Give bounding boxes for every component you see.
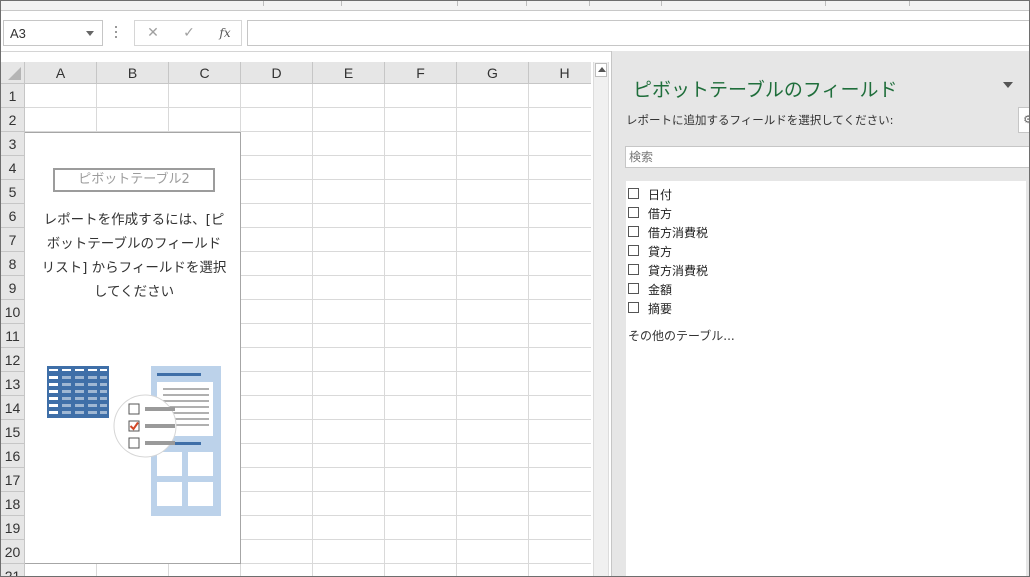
row-header[interactable]: 21 <box>1 564 25 576</box>
formula-bar-grip-icon[interactable] <box>115 26 118 40</box>
pane-subtitle: レポートに追加するフィールドを選択してください: <box>626 113 894 127</box>
column-header[interactable]: D <box>241 62 313 84</box>
row-header[interactable]: 10 <box>1 300 25 324</box>
checkbox[interactable] <box>628 302 639 313</box>
vertical-scrollbar[interactable] <box>593 62 609 576</box>
formula-input[interactable] <box>247 20 1029 46</box>
row-header[interactable]: 16 <box>1 444 25 468</box>
row-header[interactable]: 18 <box>1 492 25 516</box>
name-box[interactable]: A3 <box>3 20 103 46</box>
field-label: 日付 <box>648 188 673 202</box>
column-header[interactable]: C <box>169 62 241 84</box>
ribbon-edge <box>1 1 1029 11</box>
column-header[interactable]: E <box>313 62 385 84</box>
field-label: 金額 <box>648 283 673 297</box>
pivot-instruction-line: ボットテーブルのフィールド <box>46 236 222 252</box>
row-header[interactable]: 6 <box>1 204 25 228</box>
more-tables-link[interactable]: その他のテーブル... <box>628 327 735 344</box>
row-header[interactable]: 15 <box>1 420 25 444</box>
pivot-table-placeholder[interactable]: ピボットテーブル2 レポートを作成するには、[ピ ボットテーブルのフィールド リ… <box>25 132 241 564</box>
column-header[interactable]: G <box>457 62 529 84</box>
checkbox[interactable] <box>628 226 639 237</box>
chevron-down-icon[interactable] <box>1003 82 1013 88</box>
field-label: 貸方 <box>648 245 673 259</box>
column-header[interactable]: B <box>97 62 169 84</box>
name-box-value: A3 <box>10 26 26 41</box>
gear-icon[interactable]: ⚙ <box>1018 107 1029 133</box>
field-label: 摘要 <box>648 302 673 316</box>
field-list: 日付 借方 借方消費税 貸方 貸方消費税 金額 摘要 その他のテーブル... <box>626 181 1026 576</box>
scroll-up-icon[interactable] <box>595 63 607 77</box>
pane-title: ピボットテーブルのフィールド <box>633 80 898 101</box>
row-header[interactable]: 13 <box>1 372 25 396</box>
row-header[interactable]: 17 <box>1 468 25 492</box>
row-header[interactable]: 3 <box>1 132 25 156</box>
row-header[interactable]: 11 <box>1 324 25 348</box>
chevron-down-icon[interactable] <box>86 31 94 36</box>
insert-function-icon[interactable]: fx <box>213 24 237 42</box>
column-header[interactable]: A <box>25 62 97 84</box>
select-all-button[interactable] <box>1 62 25 84</box>
search-input[interactable] <box>626 147 1029 167</box>
row-header[interactable]: 4 <box>1 156 25 180</box>
formula-buttons: ✕ ✓ fx <box>134 20 242 46</box>
field-label: 借方 <box>648 207 673 221</box>
pivot-instruction-line: してください <box>93 284 175 300</box>
pivot-illustration-icon <box>47 366 221 516</box>
pivot-instruction-line: レポートを作成するには、[ピ <box>43 212 225 228</box>
row-header[interactable]: 1 <box>1 84 25 108</box>
checkbox[interactable] <box>628 245 639 256</box>
row-header[interactable]: 9 <box>1 276 25 300</box>
pivot-table-name: ピボットテーブル2 <box>53 168 215 192</box>
checkbox[interactable] <box>628 188 639 199</box>
row-header[interactable]: 2 <box>1 108 25 132</box>
excel-window: A3 ✕ ✓ fx ABCDEFGH 1 2 3 4 5 6 7 8 9 10 11 12 13 14 15… <box>0 0 1030 577</box>
row-header[interactable]: 14 <box>1 396 25 420</box>
pivot-instruction: レポートを作成するには、[ピ ボットテーブルのフィールド リスト] からフィール… <box>31 208 237 304</box>
pivot-field-list-pane: ピボットテーブルのフィールド レポートに追加するフィールドを選択してください: … <box>611 51 1029 576</box>
pivot-instruction-line: リスト] からフィールドを選択 <box>41 260 227 276</box>
field-label: 貸方消費税 <box>648 264 709 278</box>
field-label: 借方消費税 <box>648 226 709 240</box>
column-header[interactable]: F <box>385 62 457 84</box>
checkbox[interactable] <box>628 207 639 218</box>
cancel-icon[interactable]: ✕ <box>141 24 165 42</box>
row-header[interactable]: 8 <box>1 252 25 276</box>
column-header[interactable]: H <box>529 62 591 84</box>
row-header[interactable]: 5 <box>1 180 25 204</box>
row-header[interactable]: 20 <box>1 540 25 564</box>
checkbox[interactable] <box>628 283 639 294</box>
row-header[interactable]: 7 <box>1 228 25 252</box>
worksheet-grid: ABCDEFGH 1 2 3 4 5 6 7 8 9 10 11 12 13 14 15 16 17 18 19 20… <box>1 62 591 576</box>
row-header[interactable]: 12 <box>1 348 25 372</box>
formula-bar: A3 ✕ ✓ fx <box>1 11 1029 52</box>
search-field[interactable] <box>625 146 1029 168</box>
enter-icon[interactable]: ✓ <box>177 24 201 42</box>
row-header[interactable]: 19 <box>1 516 25 540</box>
checkbox[interactable] <box>628 264 639 275</box>
